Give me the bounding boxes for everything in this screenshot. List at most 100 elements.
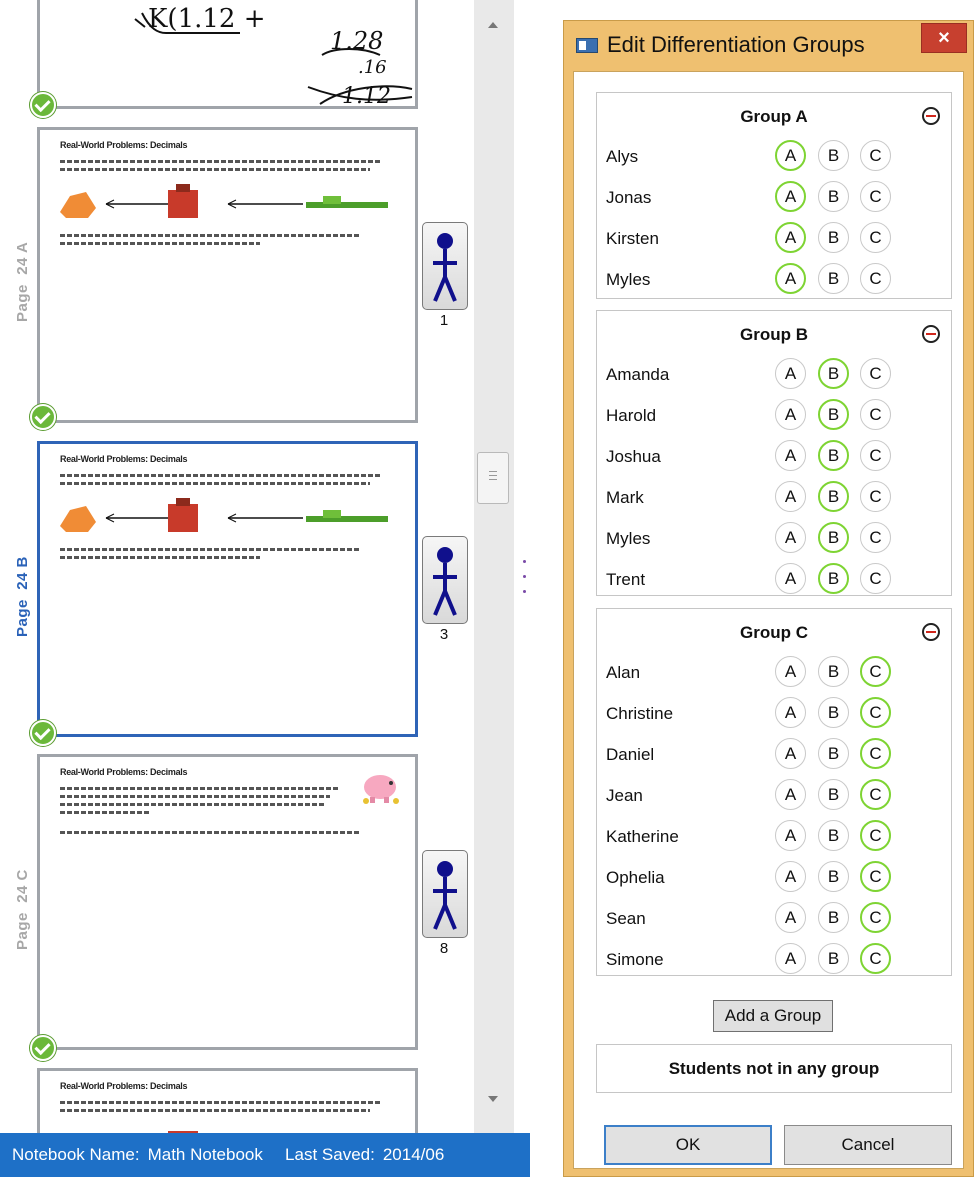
group-b-toggle[interactable]: B [818, 440, 849, 471]
student-name: Christine [606, 704, 674, 723]
group-b-toggle[interactable]: B [818, 399, 849, 430]
student-row: Joshua A B C [597, 437, 951, 478]
complete-check-icon [30, 92, 56, 118]
remove-group-icon[interactable] [922, 623, 940, 641]
group-b-toggle[interactable]: B [818, 943, 849, 974]
ok-button[interactable]: OK [604, 1125, 772, 1165]
student-submissions-button[interactable] [422, 222, 468, 310]
handwriting-line-1: K(1.12 + [148, 4, 266, 34]
ungrouped-students-label: Students not in any group [668, 1059, 880, 1078]
remove-group-icon[interactable] [922, 107, 940, 125]
group-a-toggle[interactable]: A [775, 563, 806, 594]
add-group-button[interactable]: Add a Group [713, 1000, 833, 1032]
group-c-toggle[interactable]: C [860, 779, 891, 810]
group-b-toggle[interactable]: B [818, 522, 849, 553]
worksheet-title: Real-World Problems: Decimals [60, 140, 188, 150]
student-row: Amanda A B C [597, 355, 951, 396]
group-c-toggle[interactable]: C [860, 222, 891, 253]
student-submissions-button[interactable] [422, 850, 468, 938]
student-icon [433, 547, 457, 616]
student-name: Katherine [606, 827, 679, 846]
group-a-toggle[interactable]: A [775, 440, 806, 471]
group-a-toggle[interactable]: A [775, 222, 806, 253]
scroll-up-arrow-icon[interactable] [488, 22, 498, 28]
notebook-name-label: Notebook Name: [12, 1145, 140, 1164]
group-b-toggle[interactable]: B [818, 820, 849, 851]
group-b-toggle[interactable]: B [818, 481, 849, 512]
group-c-toggle[interactable]: C [860, 697, 891, 728]
student-icon [433, 233, 457, 302]
group-b-toggle[interactable]: B [818, 181, 849, 212]
scroll-down-arrow-icon[interactable] [488, 1096, 498, 1102]
group-b-toggle[interactable]: B [818, 861, 849, 892]
group-a-toggle[interactable]: A [775, 522, 806, 553]
group-a-toggle[interactable]: A [775, 399, 806, 430]
remove-group-icon[interactable] [922, 325, 940, 343]
group-c-toggle[interactable]: C [860, 481, 891, 512]
group-a-toggle[interactable]: A [775, 181, 806, 212]
page-thumbnail-24c[interactable]: Real-World Problems: Decimals [37, 754, 418, 1050]
group-c-toggle[interactable]: C [860, 861, 891, 892]
group-a-toggle[interactable]: A [775, 656, 806, 687]
group-a-toggle[interactable]: A [775, 820, 806, 851]
page-thumbnail-24b[interactable]: Real-World Problems: Decimals [37, 441, 418, 737]
group-a-toggle[interactable]: A [775, 358, 806, 389]
student-name: Simone [606, 950, 664, 969]
group-c-toggle[interactable]: C [860, 181, 891, 212]
worksheet-illustration [60, 498, 388, 532]
group-c-toggle[interactable]: C [860, 738, 891, 769]
student-name: Amanda [606, 365, 670, 384]
cancel-button[interactable]: Cancel [784, 1125, 952, 1165]
group-b-toggle[interactable]: B [818, 222, 849, 253]
group-c-toggle[interactable]: C [860, 656, 891, 687]
student-row: Jean A B C [597, 776, 951, 817]
dialog-titlebar[interactable]: Edit Differentiation Groups × [564, 21, 973, 71]
student-name: Alan [606, 663, 641, 682]
group-c-toggle[interactable]: C [860, 820, 891, 851]
student-row: Jonas A B C [597, 178, 951, 219]
dialog-body: Group A Alys A B C Jonas A B C Kirsten A B C Myles A B C… [573, 71, 964, 1169]
group-c-toggle[interactable]: C [860, 263, 891, 294]
group-c-toggle[interactable]: C [860, 140, 891, 171]
group-b-toggle[interactable]: B [818, 697, 849, 728]
group-a-toggle[interactable]: A [775, 738, 806, 769]
group-c-toggle[interactable]: C [860, 943, 891, 974]
group-a-toggle[interactable]: A [775, 697, 806, 728]
group-a-toggle[interactable]: A [775, 779, 806, 810]
group-a-toggle[interactable]: A [775, 263, 806, 294]
thumbnail-scrollbar[interactable] [474, 0, 514, 1133]
group-b-toggle[interactable]: B [818, 263, 849, 294]
splitter-handle-icon[interactable] [523, 560, 526, 563]
worksheet-title: Real-World Problems: Decimals [60, 1081, 188, 1091]
group-b-toggle[interactable]: B [818, 902, 849, 933]
splitter-handle-icon[interactable] [523, 590, 526, 593]
group-c-toggle[interactable]: C [860, 440, 891, 471]
splitter-handle-icon[interactable] [523, 575, 526, 578]
scroll-thumb[interactable] [477, 452, 509, 504]
group-a-toggle[interactable]: A [775, 902, 806, 933]
group-b-toggle[interactable]: B [818, 358, 849, 389]
group-b-toggle[interactable]: B [818, 563, 849, 594]
group-b-toggle[interactable]: B [818, 140, 849, 171]
group-title: Group B [740, 325, 808, 344]
group-c-toggle[interactable]: C [860, 563, 891, 594]
group-a-toggle[interactable]: A [775, 140, 806, 171]
group-c-toggle[interactable]: C [860, 358, 891, 389]
student-submissions-button[interactable] [422, 536, 468, 624]
group-c-toggle[interactable]: C [860, 522, 891, 553]
handwriting-line-2: 1.28 [330, 27, 383, 55]
group-a-toggle[interactable]: A [775, 861, 806, 892]
page-thumbnail-23[interactable]: K(1.12 + 1.28 .16 1.12 [37, 0, 418, 109]
group-a-toggle[interactable]: A [775, 481, 806, 512]
group-c-toggle[interactable]: C [860, 902, 891, 933]
dialog-title: Edit Differentiation Groups [607, 32, 865, 57]
close-button[interactable]: × [921, 23, 967, 53]
page-thumbnail-24a[interactable]: Real-World Problems: Decimals [37, 127, 418, 423]
group-b-toggle[interactable]: B [818, 656, 849, 687]
group-c-toggle[interactable]: C [860, 399, 891, 430]
student-count: 3 [439, 626, 449, 643]
group-b-toggle[interactable]: B [818, 738, 849, 769]
group-b-toggle[interactable]: B [818, 779, 849, 810]
group-a-toggle[interactable]: A [775, 943, 806, 974]
student-name: Mark [606, 488, 644, 507]
